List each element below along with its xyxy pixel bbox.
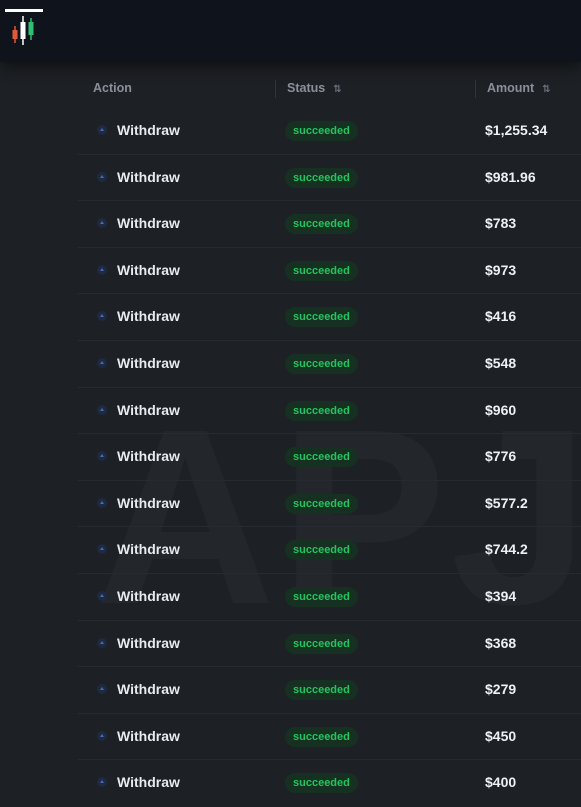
amount-value: $577.2 — [485, 494, 528, 511]
status-badge: succeeded — [285, 680, 358, 701]
table-row[interactable]: Withdraw succeeded $416 — [78, 294, 581, 341]
status-badge: succeeded — [285, 353, 358, 374]
withdraw-arrow-icon — [97, 451, 107, 462]
action-label: Withdraw — [117, 168, 180, 185]
amount-value: $1,255.34 — [485, 122, 548, 138]
action-label: Withdraw — [117, 448, 180, 465]
status-badge: succeeded — [285, 540, 358, 561]
table-header: Action Status ⇅ Amount ⇅ — [78, 70, 581, 108]
status-badge: succeeded — [285, 260, 358, 281]
action-label: Withdraw — [117, 215, 180, 232]
status-badge: succeeded — [285, 214, 358, 235]
column-header-status[interactable]: Status ⇅ — [287, 81, 342, 95]
table-row[interactable]: Withdraw succeeded $577.2 — [78, 481, 581, 528]
candlestick-logo-icon[interactable] — [4, 8, 44, 48]
status-badge: succeeded — [285, 633, 358, 654]
withdraw-arrow-icon — [97, 730, 107, 741]
action-label: Withdraw — [117, 122, 180, 138]
table-row[interactable]: Withdraw succeeded $981.96 — [78, 155, 581, 202]
action-label: Withdraw — [117, 308, 180, 325]
amount-value: $279 — [485, 681, 517, 698]
table-row[interactable]: Withdraw succeeded $279 — [78, 667, 581, 714]
status-badge: succeeded — [285, 726, 358, 747]
withdraw-arrow-icon — [97, 497, 107, 508]
column-header-status-label: Status — [287, 81, 326, 95]
withdraw-arrow-icon — [97, 218, 107, 229]
action-label: Withdraw — [117, 681, 180, 698]
amount-value: $744.2 — [485, 541, 528, 558]
action-label: Withdraw — [117, 541, 180, 558]
withdraw-arrow-icon — [97, 777, 107, 788]
column-header-action: Action — [93, 81, 132, 95]
status-badge: succeeded — [285, 493, 358, 514]
column-header-amount[interactable]: Amount ⇅ — [487, 81, 551, 95]
withdraw-arrow-icon — [97, 264, 107, 275]
column-divider — [275, 80, 276, 98]
withdraw-arrow-icon — [97, 590, 107, 601]
amount-value: $368 — [485, 634, 517, 651]
withdraw-arrow-icon — [97, 171, 107, 182]
amount-value: $450 — [485, 727, 517, 744]
status-badge: succeeded — [285, 121, 358, 141]
table-row[interactable]: Withdraw succeeded $400 — [78, 760, 581, 807]
action-label: Withdraw — [117, 354, 180, 371]
amount-value: $416 — [485, 308, 517, 325]
amount-value: $400 — [485, 774, 517, 791]
transactions-table: Action Status ⇅ Amount ⇅ Withdraw succeeded… — [78, 70, 581, 807]
status-badge: succeeded — [285, 400, 358, 421]
action-label: Withdraw — [117, 494, 180, 511]
withdraw-arrow-icon — [97, 637, 107, 648]
amount-value: $973 — [485, 261, 517, 278]
table-row[interactable]: Withdraw succeeded $783 — [78, 201, 581, 248]
sort-icon[interactable]: ⇅ — [542, 84, 551, 95]
status-badge: succeeded — [285, 167, 358, 188]
withdraw-arrow-icon — [97, 404, 107, 415]
table-row[interactable]: Withdraw succeeded $973 — [78, 248, 581, 295]
action-label: Withdraw — [117, 401, 180, 418]
table-row[interactable]: Withdraw succeeded $368 — [78, 621, 581, 668]
table-body: Withdraw succeeded $1,255.34 Withdraw succee… — [78, 108, 581, 807]
amount-value: $981.96 — [485, 168, 536, 185]
amount-value: $548 — [485, 354, 517, 371]
table-row[interactable]: Withdraw succeeded $394 — [78, 574, 581, 621]
table-row[interactable]: Withdraw succeeded $1,255.34 — [78, 108, 581, 155]
amount-value: $960 — [485, 401, 517, 418]
amount-value: $783 — [485, 215, 517, 232]
column-header-amount-label: Amount — [487, 81, 535, 95]
status-badge: succeeded — [285, 773, 358, 794]
withdraw-arrow-icon — [97, 684, 107, 695]
withdraw-arrow-icon — [97, 311, 107, 322]
table-row[interactable]: Withdraw succeeded $744.2 — [78, 527, 581, 574]
amount-value: $394 — [485, 587, 517, 604]
action-label: Withdraw — [117, 634, 180, 651]
action-label: Withdraw — [117, 587, 180, 604]
status-badge: succeeded — [285, 586, 358, 607]
table-row[interactable]: Withdraw succeeded $776 — [78, 434, 581, 481]
withdraw-arrow-icon — [97, 357, 107, 368]
table-row[interactable]: Withdraw succeeded $450 — [78, 714, 581, 761]
table-row[interactable]: Withdraw succeeded $548 — [78, 341, 581, 388]
column-divider — [475, 80, 476, 98]
table-row[interactable]: Withdraw succeeded $960 — [78, 388, 581, 435]
action-label: Withdraw — [117, 261, 180, 278]
sort-icon[interactable]: ⇅ — [333, 84, 342, 95]
withdraw-arrow-icon — [97, 125, 107, 135]
action-label: Withdraw — [117, 727, 180, 744]
status-badge: succeeded — [285, 447, 358, 468]
amount-value: $776 — [485, 448, 517, 465]
withdraw-arrow-icon — [97, 544, 107, 555]
action-label: Withdraw — [117, 774, 180, 791]
top-bar — [0, 0, 581, 62]
status-badge: succeeded — [285, 307, 358, 328]
